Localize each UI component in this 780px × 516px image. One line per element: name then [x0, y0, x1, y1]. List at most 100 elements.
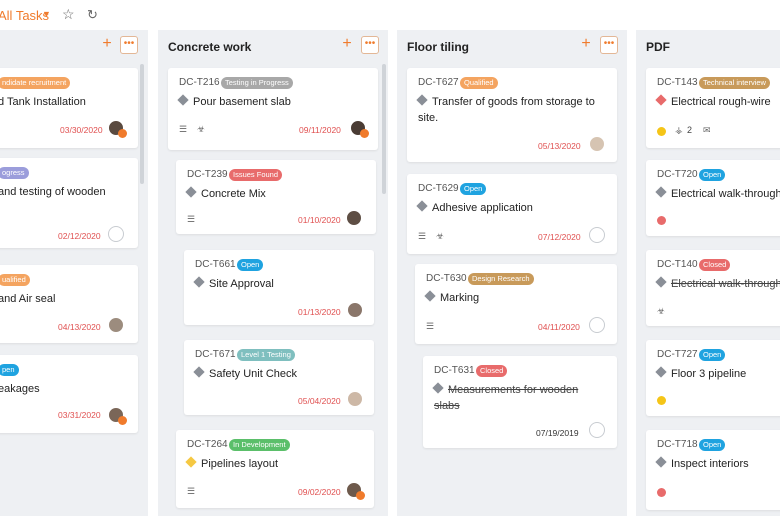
star-icon[interactable]: ☆ — [62, 6, 75, 23]
subtasks-icon[interactable]: ☰ — [187, 214, 195, 225]
task-card[interactable]: DC-T264 In Development Pipelines layout … — [176, 430, 374, 508]
priority-icon — [416, 200, 428, 212]
column-title: Concrete work — [168, 40, 252, 54]
task-id: DC-T627 — [418, 77, 459, 88]
due-date: 02/12/2020 — [58, 231, 101, 241]
avatar — [108, 317, 124, 333]
task-card[interactable]: DC-T627 Qualified Transfer of goods from… — [407, 68, 617, 162]
task-id: DC-T630 — [426, 273, 467, 284]
task-title: Measurements for wooden slabs — [432, 382, 579, 412]
due-date: 05/13/2020 — [538, 141, 581, 151]
task-card[interactable]: ndidate recruitment d Tank Installation … — [0, 68, 138, 148]
task-id: DC-T661 — [195, 259, 236, 270]
avatar — [589, 227, 605, 243]
bug-icon[interactable]: ☣ — [197, 124, 205, 135]
task-card[interactable]: DC-T720 Open Electrical walk-through — [646, 160, 780, 236]
top-bar: All Tasks ▼ ☆ ↻ — [0, 0, 780, 30]
avatar — [108, 120, 127, 138]
due-date: 01/13/2020 — [298, 307, 341, 317]
due-date: 04/13/2020 — [58, 322, 101, 332]
status-badge: Open — [237, 259, 264, 271]
status-badge: Open — [460, 183, 487, 195]
avatar — [347, 391, 363, 407]
task-card[interactable]: ualified and Air seal 04/13/2020 — [0, 265, 138, 343]
chevron-down-icon[interactable]: ▼ — [42, 9, 51, 19]
scrollbar[interactable] — [382, 64, 386, 194]
more-options-button[interactable]: ••• — [361, 36, 379, 54]
task-id: DC-T671 — [195, 349, 236, 360]
task-card[interactable]: DC-T631 Closed Measurements for wooden sl… — [423, 356, 617, 448]
task-card[interactable]: DC-T216 Testing in Progress Pour basemen… — [168, 68, 378, 150]
task-id: DC-T239 — [187, 169, 228, 180]
priority-icon — [185, 456, 197, 468]
task-title: Site Approval — [193, 276, 274, 292]
badge-icon — [356, 491, 365, 500]
subtasks-icon[interactable]: ☰ — [418, 231, 426, 242]
task-title: Inspect interiors — [655, 456, 749, 472]
status-badge: ualified — [0, 274, 30, 286]
subtasks-icon[interactable]: ☰ — [179, 124, 187, 135]
task-card[interactable]: ogress and testing of wooden 02/12/2020 — [0, 158, 138, 248]
bug-icon[interactable]: ☣ — [657, 306, 665, 317]
task-card[interactable]: DC-T718 Open Inspect interiors — [646, 430, 780, 510]
task-card[interactable]: DC-T239 Issues Found Concrete Mix ☰ 01/1… — [176, 160, 376, 234]
priority-icon — [424, 290, 436, 302]
task-id: DC-T629 — [418, 183, 459, 194]
add-icon[interactable]: + — [98, 36, 116, 54]
avatar — [108, 226, 124, 242]
task-card[interactable]: DC-T629 Open Adhesive application ☰ ☣ 07… — [407, 174, 617, 254]
bug-icon[interactable]: ☣ — [436, 231, 444, 242]
due-date: 07/12/2020 — [538, 232, 581, 242]
avatar — [346, 210, 362, 226]
priority-icon — [193, 366, 205, 378]
avatar — [589, 317, 605, 333]
column-title: Floor tiling — [407, 40, 469, 54]
task-card[interactable]: DC-T140 Closed Electrical walk-through ☣ — [646, 250, 780, 326]
status-badge: Design Research — [468, 273, 534, 285]
subtasks-icon[interactable]: ☰ — [426, 321, 434, 332]
due-date: 05/04/2020 — [298, 396, 341, 406]
due-date: 03/30/2020 — [60, 125, 103, 135]
task-card[interactable]: pen eakages 03/31/2020 — [0, 355, 138, 433]
task-title: Concrete Mix — [185, 186, 266, 202]
task-id: DC-T727 — [657, 349, 698, 360]
due-date: 09/02/2020 — [298, 487, 341, 497]
due-date: 09/11/2020 — [299, 125, 341, 135]
priority-icon — [655, 366, 667, 378]
task-title: Transfer of goods from storage to site. — [416, 94, 595, 124]
scrollbar[interactable] — [140, 64, 144, 184]
tag-icon[interactable]: ⚶ — [675, 125, 683, 136]
task-card[interactable]: DC-T661 Open Site Approval 01/13/2020 — [184, 250, 374, 325]
column-title: PDF — [646, 40, 670, 54]
task-id: DC-T718 — [657, 439, 698, 450]
add-icon[interactable]: + — [338, 36, 356, 54]
task-id: DC-T216 — [179, 77, 220, 88]
task-title: Safety Unit Check — [193, 366, 297, 382]
task-title: d Tank Installation — [0, 96, 86, 108]
task-card[interactable]: DC-T671 Level 1 Testing Safety Unit Chec… — [184, 340, 374, 415]
more-options-button[interactable]: ••• — [120, 36, 138, 54]
refresh-icon[interactable]: ↻ — [87, 7, 98, 23]
more-options-button[interactable]: ••• — [600, 36, 618, 54]
task-title: Pour basement slab — [177, 94, 291, 110]
due-date: 01/10/2020 — [298, 215, 341, 225]
task-id: DC-T140 — [657, 259, 698, 270]
status-badge: ogress — [0, 167, 29, 179]
due-date: 04/11/2020 — [538, 322, 580, 332]
status-badge: Closed — [476, 365, 508, 377]
task-card[interactable]: DC-T630 Design Research Marking ☰ 04/11/… — [415, 264, 617, 344]
column-floor-tiling: Floor tiling + ••• DC-T627 Qualified Tra… — [397, 30, 627, 516]
status-badge: Level 1 Testing — [237, 349, 295, 361]
status-badge: Testing in Progress — [221, 77, 293, 89]
task-title: eakages — [0, 383, 40, 395]
task-card[interactable]: DC-T727 Open Floor 3 pipeline — [646, 340, 780, 416]
comment-icon[interactable]: ✉ — [703, 125, 711, 136]
status-badge: Closed — [699, 259, 731, 271]
subtasks-icon[interactable]: ☰ — [187, 486, 195, 497]
add-icon[interactable]: + — [577, 36, 595, 54]
avatar — [589, 422, 605, 438]
avatar — [108, 407, 127, 425]
status-badge: pen — [0, 364, 19, 376]
priority-dot-icon — [657, 396, 666, 405]
task-card[interactable]: DC-T143 Technical interview Electrical r… — [646, 68, 780, 148]
